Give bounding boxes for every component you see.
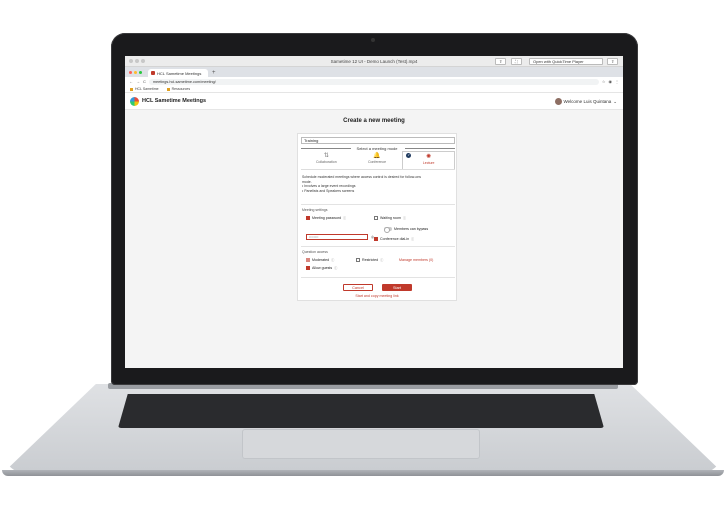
minimize-icon[interactable] bbox=[134, 71, 137, 74]
fullscreen-button[interactable]: ⛶ bbox=[511, 58, 522, 65]
share-button[interactable]: ⇪ bbox=[495, 58, 507, 65]
start-button[interactable]: Start bbox=[382, 284, 412, 291]
sametime-favicon-icon bbox=[151, 71, 155, 75]
browser-actions: ☆ ◉ ⋮ bbox=[602, 79, 623, 84]
start-and-copy-link[interactable]: Start and copy meeting link bbox=[298, 294, 456, 298]
checkbox-checked-icon[interactable] bbox=[374, 237, 378, 241]
forward-icon[interactable]: → bbox=[136, 79, 140, 84]
checkbox-icon[interactable] bbox=[356, 258, 360, 262]
bookmark-icon bbox=[130, 87, 133, 91]
mode-description: Schedule moderated meetings where access… bbox=[302, 175, 422, 193]
info-icon[interactable]: ⓘ bbox=[331, 258, 334, 262]
laptop-lid: Sametime 12 UI - Demo Launch (Test).mp4 … bbox=[111, 33, 638, 385]
toggle-switch[interactable] bbox=[384, 227, 392, 233]
members-bypass-toggle[interactable]: Members can bypass bbox=[384, 227, 428, 233]
avatar bbox=[554, 98, 562, 105]
collaboration-icon: ⇅ bbox=[323, 153, 329, 159]
info-icon[interactable]: ⓘ bbox=[380, 258, 383, 262]
profile-icon[interactable]: ◉ bbox=[609, 79, 613, 84]
page-title: Create a new meeting bbox=[343, 118, 405, 124]
info-icon[interactable]: ⓘ bbox=[403, 216, 406, 220]
allow-guests-checkbox[interactable]: Allow guests ⓘ bbox=[306, 266, 337, 270]
question-access-label: Question access bbox=[302, 250, 328, 254]
laptop-screen: Sametime 12 UI - Demo Launch (Test).mp4 … bbox=[125, 56, 623, 368]
back-icon[interactable]: ← bbox=[129, 79, 133, 84]
menu-icon[interactable]: ⋮ bbox=[615, 79, 619, 84]
manage-members-link[interactable]: Manage members (0) bbox=[399, 258, 433, 262]
moderated-checkbox[interactable]: Moderated ⓘ bbox=[306, 258, 334, 262]
new-tab-button[interactable]: + bbox=[212, 69, 216, 77]
user-menu[interactable]: Welcome Luis Quintana ⌄ bbox=[554, 98, 617, 105]
mode-lecture[interactable]: ✓ ✺ Lecture bbox=[402, 151, 456, 169]
meeting-password-checkbox[interactable]: Meeting password ⓘ bbox=[306, 216, 346, 220]
divider bbox=[301, 277, 455, 278]
laptop-keyboard bbox=[118, 394, 604, 428]
address-bar: ← → C meetings.hcl-sametime.com/meeting/… bbox=[125, 77, 623, 86]
sametime-logo-icon bbox=[130, 96, 139, 106]
camera-icon bbox=[371, 38, 375, 42]
browser-tab-strip: HCL Sametime Meetings + bbox=[125, 67, 623, 77]
info-icon[interactable]: ⓘ bbox=[334, 266, 337, 270]
close-icon[interactable] bbox=[129, 71, 132, 74]
checkbox-checked-icon[interactable] bbox=[306, 266, 310, 270]
waiting-room-checkbox[interactable]: Waiting room ⓘ bbox=[374, 216, 406, 220]
mode-selector: ⇅ Collaboration 🔔 Conference ✓ ✺ Lecture bbox=[301, 151, 456, 170]
reload-icon[interactable]: C bbox=[143, 79, 146, 84]
laptop-base-edge bbox=[2, 470, 724, 476]
chevron-down-icon: ⌄ bbox=[613, 98, 617, 104]
open-quicktime-button[interactable]: Open with QuickTime Player bbox=[529, 58, 603, 65]
cancel-button[interactable]: Cancel bbox=[343, 284, 373, 291]
mode-collaboration[interactable]: ⇅ Collaboration bbox=[301, 151, 352, 169]
tab-label: HCL Sametime Meetings bbox=[157, 70, 202, 76]
maximize-icon[interactable] bbox=[139, 71, 142, 74]
create-meeting-card: Training Select a meeting mode ⇅ Collabo… bbox=[297, 133, 457, 301]
laptop-mockup: Sametime 12 UI - Demo Launch (Test).mp4 … bbox=[0, 0, 726, 516]
extensions-icon[interactable]: ☆ bbox=[602, 79, 606, 84]
folder-icon bbox=[166, 87, 170, 91]
bookmark-item[interactable]: HCL Sametime bbox=[130, 87, 159, 91]
traffic-lights[interactable] bbox=[129, 71, 142, 74]
os-title-bar: Sametime 12 UI - Demo Launch (Test).mp4 … bbox=[125, 56, 623, 67]
mode-conference[interactable]: 🔔 Conference bbox=[352, 151, 403, 169]
bookmarks-bar: HCL Sametime Ressources bbox=[125, 86, 623, 93]
divider bbox=[301, 204, 455, 205]
settings-label: Meeting settings bbox=[302, 208, 328, 212]
bookmark-item[interactable]: Ressources bbox=[166, 87, 190, 91]
app-title: HCL Sametime Meetings bbox=[142, 98, 207, 104]
welcome-text: Welcome Luis Quintana bbox=[563, 99, 612, 104]
restricted-checkbox[interactable]: Restricted ⓘ bbox=[356, 258, 383, 262]
divider bbox=[301, 246, 455, 247]
main-content: Create a new meeting Training Select a m… bbox=[125, 110, 623, 368]
conference-dial-in-checkbox[interactable]: Conference dial-in ⓘ bbox=[374, 237, 414, 241]
info-icon[interactable]: ⓘ bbox=[411, 237, 414, 241]
share-icon-button[interactable]: ⇪ bbox=[607, 58, 619, 65]
checkbox-checked-icon[interactable] bbox=[306, 216, 310, 220]
checkbox-checked-icon[interactable] bbox=[306, 258, 310, 262]
laptop-trackpad bbox=[242, 429, 480, 459]
checkbox-icon[interactable] bbox=[374, 216, 378, 220]
browser-tab[interactable]: HCL Sametime Meetings bbox=[148, 69, 208, 77]
url-field[interactable]: meetings.hcl-sametime.com/meeting/ bbox=[148, 78, 599, 85]
info-icon[interactable]: ⓘ bbox=[343, 216, 346, 220]
meeting-name-input[interactable]: Training bbox=[301, 137, 455, 144]
bell-icon: 🔔 bbox=[373, 153, 381, 159]
app-header: HCL Sametime Meetings Welcome Luis Quint… bbox=[125, 93, 623, 110]
password-field[interactable]: •••••••• bbox=[306, 234, 368, 240]
divider bbox=[405, 148, 455, 149]
